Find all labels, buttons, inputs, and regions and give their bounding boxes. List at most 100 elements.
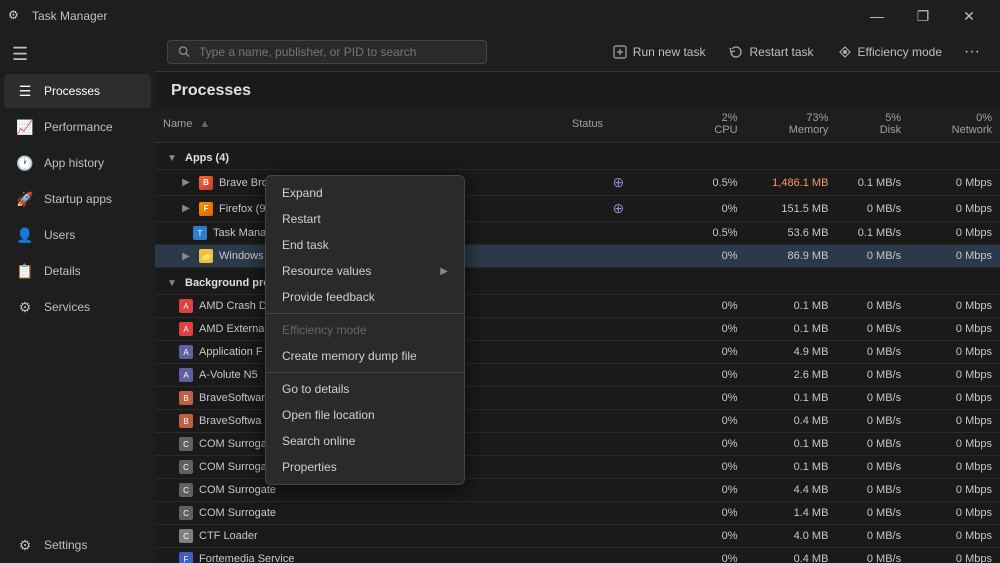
ctf-icon: C (179, 529, 193, 543)
sidebar-label-app-history: App history (44, 156, 104, 170)
firefox-net: 0 Mbps (909, 196, 1000, 222)
maximize-button[interactable]: ❐ (900, 0, 946, 32)
processes-icon: ☰ (16, 82, 34, 100)
search-icon (178, 45, 191, 59)
explorer-mem: 86.9 MB (746, 245, 837, 268)
efficiency-mode-label: Efficiency mode (858, 45, 943, 59)
sidebar-hamburger[interactable]: ☰ (0, 36, 155, 73)
context-menu-provide-feedback[interactable]: Provide feedback (266, 284, 464, 310)
resource-values-arrow: ▶ (440, 266, 448, 277)
menu-divider-1 (266, 313, 464, 314)
app-f-icon: A (179, 345, 193, 359)
page-title: Processes (155, 72, 1000, 106)
context-menu-end-task[interactable]: End task (266, 232, 464, 258)
table-row[interactable]: CCOM Surrogate 0% 1.4 MB 0 MB/s 0 Mbps (155, 502, 1000, 525)
brave-mem: 1,486.1 MB (746, 170, 837, 196)
users-icon: 👤 (16, 226, 34, 244)
context-menu-resource-values[interactable]: Resource values ▶ (266, 258, 464, 284)
forte-icon: F (179, 552, 193, 563)
app-f-label: Application F (199, 346, 263, 358)
brave-disk: 0.1 MB/s (836, 170, 909, 196)
context-menu-restart[interactable]: Restart (266, 206, 464, 232)
firefox-disk: 0 MB/s (836, 196, 909, 222)
explorer-disk: 0 MB/s (836, 245, 909, 268)
amd-crash-label: AMD Crash D (199, 300, 267, 312)
context-menu-expand[interactable]: Expand (266, 180, 464, 206)
firefox-mem: 151.5 MB (746, 196, 837, 222)
sidebar-label-users: Users (44, 228, 75, 242)
firefox-expand[interactable]: ▶ (179, 202, 193, 216)
sidebar-label-processes: Processes (44, 84, 100, 98)
sidebar-item-details[interactable]: 📋 Details (4, 254, 151, 288)
com1-icon: C (179, 437, 193, 451)
com4-icon: C (179, 506, 193, 520)
brave-expand[interactable]: ▶ (179, 176, 193, 190)
search-input[interactable] (199, 45, 476, 59)
efficiency-mode-button[interactable]: Efficiency mode (828, 40, 953, 64)
forte-label: Fortemedia Service (199, 553, 294, 563)
apps-expand-icon[interactable]: ▼ (165, 151, 179, 165)
sidebar-label-services: Services (44, 300, 90, 314)
amd-ext-label: AMD External (199, 323, 267, 335)
task-mgr-net: 0 Mbps (909, 222, 1000, 245)
memory-column-header[interactable]: 73%Memory (746, 106, 837, 143)
background-group-label: Background pro (185, 277, 270, 289)
run-new-task-button[interactable]: Run new task (603, 40, 716, 64)
context-menu-efficiency[interactable]: Efficiency mode (266, 317, 464, 343)
sidebar-item-app-history[interactable]: 🕐 App history (4, 146, 151, 180)
explorer-expand[interactable]: ▶ (179, 249, 193, 263)
explorer-cpu: 0% (673, 245, 746, 268)
ctf-label: CTF Loader (199, 530, 258, 542)
sidebar-label-performance: Performance (44, 120, 113, 134)
efficiency-icon (838, 45, 852, 59)
sidebar-item-startup-apps[interactable]: 🚀 Startup apps (4, 182, 151, 216)
minimize-button[interactable]: — (854, 0, 900, 32)
context-menu-properties[interactable]: Properties (266, 454, 464, 480)
performance-icon: 📈 (16, 118, 34, 136)
context-menu-go-to-details[interactable]: Go to details (266, 376, 464, 402)
details-icon: 📋 (16, 262, 34, 280)
bg-expand-icon[interactable]: ▼ (165, 276, 179, 290)
com2-icon: C (179, 460, 193, 474)
task-mgr-icon: T (193, 226, 207, 240)
disk-column-header[interactable]: 5%Disk (836, 106, 909, 143)
bravesw1-icon: B (179, 391, 193, 405)
bravesw2-icon: B (179, 414, 193, 428)
explorer-icon: 📁 (199, 249, 213, 263)
firefox-network-icon: ⊕ (613, 200, 625, 216)
task-mgr-cpu: 0.5% (673, 222, 746, 245)
apps-group-label: Apps (4) (185, 152, 229, 164)
sidebar-item-processes[interactable]: ☰ Processes (4, 74, 151, 108)
table-row[interactable]: CCTF Loader 0% 4.0 MB 0 MB/s 0 Mbps (155, 525, 1000, 548)
brave-net: 0 Mbps (909, 170, 1000, 196)
run-task-icon (613, 45, 627, 59)
firefox-label: Firefox (9) (219, 203, 269, 215)
context-menu-create-dump[interactable]: Create memory dump file (266, 343, 464, 369)
menu-divider-2 (266, 372, 464, 373)
network-column-header[interactable]: 0%Network (909, 106, 1000, 143)
sidebar-item-settings[interactable]: ⚙ Settings (4, 528, 151, 562)
close-button[interactable]: ✕ (946, 0, 992, 32)
context-menu-search-online[interactable]: Search online (266, 428, 464, 454)
bravesw2-label: BraveSoftwa (199, 415, 261, 427)
sidebar-label-details: Details (44, 264, 81, 278)
search-box[interactable] (167, 40, 487, 64)
bravesw1-label: BraveSoftwar (199, 392, 265, 404)
a-volute-icon: A (179, 368, 193, 382)
window-controls: — ❐ ✕ (854, 0, 992, 32)
cpu-column-header[interactable]: 2%CPU (673, 106, 746, 143)
table-row[interactable]: FFortemedia Service 0% 0.4 MB 0 MB/s 0 M… (155, 548, 1000, 563)
more-options-button[interactable]: ··· (956, 38, 988, 66)
amd-crash-icon: A (179, 299, 193, 313)
name-column-header[interactable]: Name ▲ (155, 106, 564, 143)
status-column-header[interactable]: Status (564, 106, 673, 143)
sidebar-item-users[interactable]: 👤 Users (4, 218, 151, 252)
sidebar-item-services[interactable]: ⚙ Services (4, 290, 151, 324)
com3-icon: C (179, 483, 193, 497)
sidebar-item-performance[interactable]: 📈 Performance (4, 110, 151, 144)
restart-task-button[interactable]: Restart task (719, 40, 823, 64)
app-history-icon: 🕐 (16, 154, 34, 172)
com3-label: COM Surrogate (199, 484, 276, 496)
context-menu-open-file-location[interactable]: Open file location (266, 402, 464, 428)
table-header: Name ▲ Status 2%CPU 73%Memory 5%Disk 0%N… (155, 106, 1000, 143)
